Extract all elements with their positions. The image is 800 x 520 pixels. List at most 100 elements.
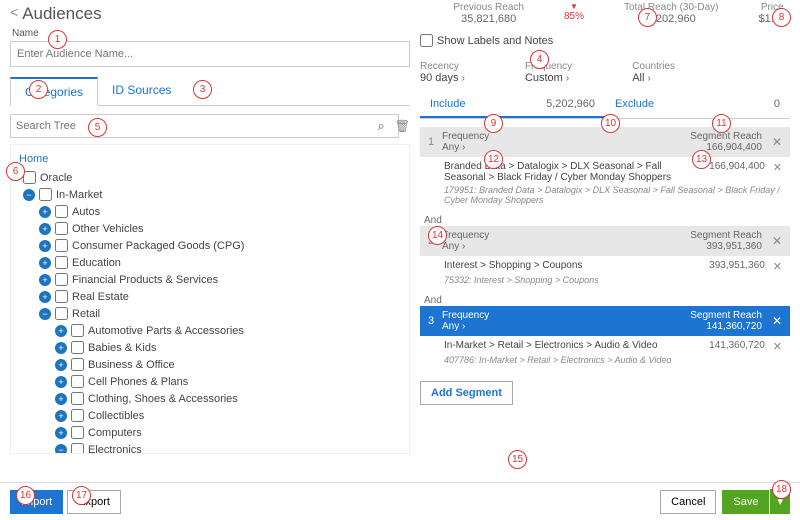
- remove-segment-icon[interactable]: ✕: [772, 234, 782, 248]
- tree-checkbox[interactable]: [71, 443, 84, 454]
- remove-segment-icon[interactable]: ✕: [772, 135, 782, 149]
- frequency-value[interactable]: Custom ›: [525, 72, 572, 84]
- tree-label: Consumer Packaged Goods (CPG): [72, 240, 244, 252]
- audience-name-input[interactable]: [10, 41, 410, 67]
- tree-label: Babies & Kids: [88, 342, 156, 354]
- and-label: And: [420, 291, 790, 306]
- remove-segment-icon[interactable]: ✕: [772, 314, 782, 328]
- expand-icon[interactable]: +: [39, 257, 51, 269]
- recency-label: Recency: [420, 61, 465, 72]
- segment-path: In-Market > Retail > Electronics > Audio…: [444, 340, 685, 353]
- search-tree-input[interactable]: [10, 114, 399, 138]
- tree-checkbox[interactable]: [71, 409, 84, 422]
- tree-home-link[interactable]: Home: [15, 149, 405, 169]
- expand-icon[interactable]: +: [55, 359, 67, 371]
- segment-header-3[interactable]: 3FrequencyAny ›Segment Reach141,360,720✕: [420, 306, 790, 336]
- save-dropdown-icon[interactable]: ▾: [770, 489, 790, 514]
- tree-label: Education: [72, 257, 121, 269]
- exclude-tab[interactable]: Exclude0: [605, 92, 790, 118]
- tree-checkbox[interactable]: [55, 273, 68, 286]
- tree-label: Clothing, Shoes & Accessories: [88, 393, 238, 405]
- tree-label: Business & Office: [88, 359, 175, 371]
- delta-value: 85%: [564, 11, 584, 22]
- tree-label: Electronics: [88, 444, 142, 455]
- export-button[interactable]: Export: [67, 490, 121, 514]
- show-labels-checkbox[interactable]: [420, 34, 433, 47]
- expand-icon[interactable]: +: [55, 376, 67, 388]
- expand-icon[interactable]: +: [55, 325, 67, 337]
- tab-categories[interactable]: Categories: [10, 77, 98, 106]
- tab-id-sources[interactable]: ID Sources: [98, 77, 185, 105]
- chevron-right-icon: ›: [566, 73, 569, 84]
- collapse-icon[interactable]: −: [55, 444, 67, 455]
- tree-checkbox[interactable]: [55, 239, 68, 252]
- chevron-right-icon: ›: [647, 73, 650, 84]
- delta-icon: ▼: [564, 2, 584, 11]
- tree-label: In-Market: [56, 189, 102, 201]
- segment-subtext: 407786: In-Market > Retail > Electronics…: [420, 355, 790, 371]
- segment-row-reach: 393,951,360: [685, 260, 765, 273]
- tree-checkbox[interactable]: [71, 341, 84, 354]
- expand-icon[interactable]: +: [55, 410, 67, 422]
- prev-reach-label: Previous Reach: [453, 2, 524, 13]
- segment-path: Branded Data > Datalogix > DLX Seasonal …: [444, 161, 685, 183]
- collapse-icon[interactable]: −: [23, 189, 35, 201]
- expand-icon[interactable]: +: [39, 240, 51, 252]
- include-tab[interactable]: Include5,202,960: [420, 92, 605, 118]
- tree-checkbox[interactable]: [71, 358, 84, 371]
- tree-checkbox[interactable]: [55, 290, 68, 303]
- tree-label: Oracle: [40, 172, 72, 184]
- total-reach-value: 5,202,960: [624, 13, 718, 25]
- add-segment-button[interactable]: Add Segment: [420, 381, 513, 405]
- countries-label: Countries: [632, 61, 675, 72]
- tree-checkbox[interactable]: [55, 222, 68, 235]
- expand-icon[interactable]: +: [39, 206, 51, 218]
- collapse-icon[interactable]: −: [39, 308, 51, 320]
- search-icon[interactable]: ⌕: [377, 118, 384, 134]
- category-tree[interactable]: Home Oracle −In-Market +Autos +Other Veh…: [10, 144, 410, 454]
- remove-row-icon[interactable]: ✕: [773, 340, 782, 353]
- expand-icon[interactable]: +: [39, 291, 51, 303]
- expand-icon[interactable]: +: [39, 223, 51, 235]
- tree-checkbox[interactable]: [71, 392, 84, 405]
- tree-label: Real Estate: [72, 291, 129, 303]
- tree-checkbox[interactable]: [23, 171, 36, 184]
- tree-label: Autos: [72, 206, 100, 218]
- tree-label: Retail: [72, 308, 100, 320]
- price-value: $1.19: [758, 13, 786, 25]
- recency-value[interactable]: 90 days ›: [420, 72, 465, 84]
- tree-checkbox[interactable]: [55, 307, 68, 320]
- cancel-button[interactable]: Cancel: [660, 490, 716, 514]
- clear-tree-icon[interactable]: 🗑: [395, 119, 410, 133]
- expand-icon[interactable]: +: [55, 393, 67, 405]
- segment-row-reach: 166,904,400: [685, 161, 765, 183]
- tree-label: Collectibles: [88, 410, 144, 422]
- import-button[interactable]: Import: [10, 490, 63, 514]
- tree-checkbox[interactable]: [55, 256, 68, 269]
- tree-checkbox[interactable]: [39, 188, 52, 201]
- countries-value[interactable]: All ›: [632, 72, 675, 84]
- remove-row-icon[interactable]: ✕: [773, 161, 782, 183]
- exclude-count: 0: [774, 98, 780, 112]
- segment-path: Interest > Shopping > Coupons: [444, 260, 685, 273]
- total-reach-label: Total Reach (30-Day): [624, 2, 718, 13]
- segment-header-2[interactable]: 2FrequencyAny ›Segment Reach393,951,360✕: [420, 226, 790, 256]
- expand-icon[interactable]: +: [55, 342, 67, 354]
- back-icon[interactable]: <: [10, 4, 18, 20]
- segment-header-1[interactable]: 1FrequencyAny ›Segment Reach166,904,400✕: [420, 127, 790, 157]
- segment-row-reach: 141,360,720: [685, 340, 765, 353]
- name-label: Name: [12, 28, 410, 39]
- save-button[interactable]: Save: [722, 490, 769, 514]
- tree-label: Financial Products & Services: [72, 274, 218, 286]
- expand-icon[interactable]: +: [39, 274, 51, 286]
- expand-icon[interactable]: +: [55, 427, 67, 439]
- frequency-label: Frequency: [525, 61, 572, 72]
- tree-checkbox[interactable]: [71, 375, 84, 388]
- remove-row-icon[interactable]: ✕: [773, 260, 782, 273]
- include-count: 5,202,960: [546, 98, 595, 110]
- tree-checkbox[interactable]: [55, 205, 68, 218]
- tree-checkbox[interactable]: [71, 324, 84, 337]
- page-title: Audiences: [22, 4, 101, 24]
- segment-subtext: 75332: Interest > Shopping > Coupons: [420, 275, 790, 291]
- tree-checkbox[interactable]: [71, 426, 84, 439]
